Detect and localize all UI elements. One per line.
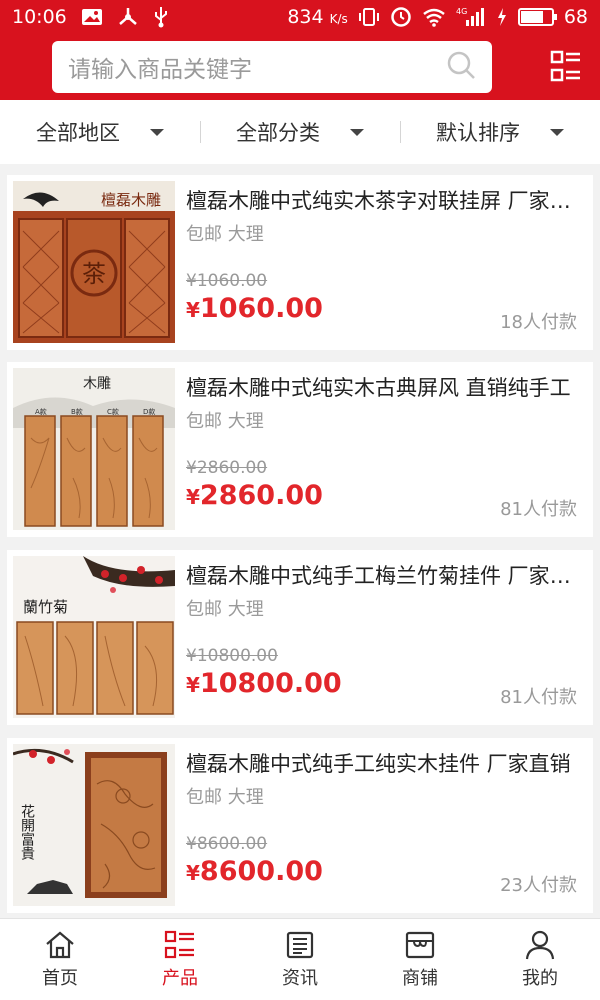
usb-icon	[153, 6, 169, 28]
tab-profile[interactable]: 我的	[480, 919, 600, 1000]
caret-down-icon	[350, 128, 364, 136]
product-image[interactable]: 茶 檀磊木雕	[13, 181, 175, 343]
search-icon[interactable]	[446, 50, 476, 84]
original-price: ¥1060.00	[186, 271, 268, 291]
original-price: ¥10800.00	[186, 646, 278, 666]
product-title[interactable]: 檀磊木雕中式纯手工梅兰竹菊挂件 厂家直销	[186, 560, 581, 590]
product-shipping-location: 包邮 大理	[186, 411, 264, 432]
share-notification-icon	[117, 7, 139, 27]
sales-count: 18人付款	[500, 312, 577, 333]
status-time: 10:06	[12, 6, 67, 28]
search-input[interactable]: 请输入商品关键字	[68, 50, 252, 84]
svg-text:檀磊木雕: 檀磊木雕	[101, 191, 161, 209]
user-icon	[525, 930, 555, 959]
product-shipping-location: 包邮 大理	[186, 599, 264, 620]
caret-down-icon	[150, 128, 164, 136]
current-price: ¥1060.00	[186, 293, 323, 324]
filter-sort[interactable]: 默认排序	[400, 117, 600, 147]
charging-icon	[496, 7, 508, 27]
product-card[interactable]: 木雕 A款 B款 C款 D款 檀磊木雕中式纯实木古典屏风 直销纯手工 包邮 大理…	[7, 362, 593, 537]
product-list-icon	[164, 930, 194, 958]
svg-text:4G: 4G	[456, 7, 467, 16]
filter-region[interactable]: 全部地区	[0, 117, 200, 147]
alarm-icon	[390, 6, 412, 28]
tab-products[interactable]: 产品	[120, 919, 240, 1000]
product-card[interactable]: 茶 檀磊木雕 檀磊木雕中式纯实木茶字对联挂屏 厂家直销 包邮 大理 ¥1060.…	[7, 175, 593, 350]
search-bar[interactable]: 请输入商品关键字	[52, 41, 492, 93]
category-menu-button[interactable]	[550, 50, 582, 82]
tab-label: 我的	[522, 967, 558, 989]
product-shipping-location: 包邮 大理	[186, 787, 264, 808]
current-price: ¥2860.00	[186, 480, 323, 511]
store-icon	[405, 931, 435, 958]
svg-text:木雕: 木雕	[83, 376, 111, 392]
product-title[interactable]: 檀磊木雕中式纯实木古典屏风 直销纯手工	[186, 372, 581, 402]
header: 请输入商品关键字	[0, 34, 600, 100]
filter-label: 默认排序	[436, 121, 520, 145]
tab-news[interactable]: 资讯	[240, 919, 360, 1000]
image-notification-icon	[81, 8, 103, 26]
filter-label: 全部地区	[36, 121, 120, 145]
product-image[interactable]: 花開富貴	[13, 744, 175, 906]
svg-text:花開富貴: 花開富貴	[19, 804, 35, 860]
vibrate-icon	[358, 7, 380, 27]
product-card[interactable]: 花開富貴 檀磊木雕中式纯手工纯实木挂件 厂家直销 包邮 大理 ¥8600.00 …	[7, 738, 593, 913]
sales-count: 81人付款	[500, 499, 577, 520]
bottom-tab-bar: 首页 产品 资讯 商铺 我的	[0, 918, 600, 1000]
svg-text:蘭竹菊: 蘭竹菊	[23, 598, 68, 616]
svg-text:A款: A款	[35, 407, 47, 416]
tab-store[interactable]: 商铺	[360, 919, 480, 1000]
sales-count: 23人付款	[500, 875, 577, 896]
caret-down-icon	[550, 128, 564, 136]
current-price: ¥10800.00	[186, 668, 342, 699]
svg-text:D款: D款	[143, 407, 155, 416]
sales-count: 81人付款	[500, 687, 577, 708]
status-bar: 10:06 834 K/s 4G 68	[0, 0, 600, 34]
svg-text:B款: B款	[71, 407, 83, 416]
product-image[interactable]: 木雕 A款 B款 C款 D款	[13, 368, 175, 530]
filter-label: 全部分类	[236, 121, 320, 145]
tab-label: 首页	[42, 967, 78, 989]
svg-text:茶: 茶	[82, 260, 106, 288]
original-price: ¥8600.00	[186, 834, 268, 854]
battery-icon	[517, 8, 557, 26]
current-price: ¥8600.00	[186, 856, 323, 887]
signal-icon: 4G	[456, 6, 486, 28]
product-image[interactable]: 蘭竹菊	[13, 556, 175, 718]
svg-text:C款: C款	[107, 407, 119, 416]
product-title[interactable]: 檀磊木雕中式纯实木茶字对联挂屏 厂家直销	[186, 185, 581, 215]
product-shipping-location: 包邮 大理	[186, 224, 264, 245]
home-icon	[46, 931, 74, 958]
filter-bar: 全部地区 全部分类 默认排序	[0, 100, 600, 164]
product-card[interactable]: 蘭竹菊 檀磊木雕中式纯手工梅兰竹菊挂件 厂家直销 包邮 大理 ¥10800.00…	[7, 550, 593, 725]
tab-label: 资讯	[282, 967, 318, 989]
network-speed: 834 K/s	[287, 6, 348, 28]
wifi-icon	[422, 7, 446, 27]
battery-percent: 68	[563, 6, 588, 28]
tab-label: 商铺	[402, 967, 438, 989]
product-title[interactable]: 檀磊木雕中式纯手工纯实木挂件 厂家直销	[186, 748, 581, 778]
original-price: ¥2860.00	[186, 458, 268, 478]
list-menu-icon	[550, 50, 580, 82]
tab-home[interactable]: 首页	[0, 919, 120, 1000]
filter-category[interactable]: 全部分类	[200, 117, 400, 147]
tab-label: 产品	[162, 967, 198, 989]
news-icon	[286, 931, 314, 958]
